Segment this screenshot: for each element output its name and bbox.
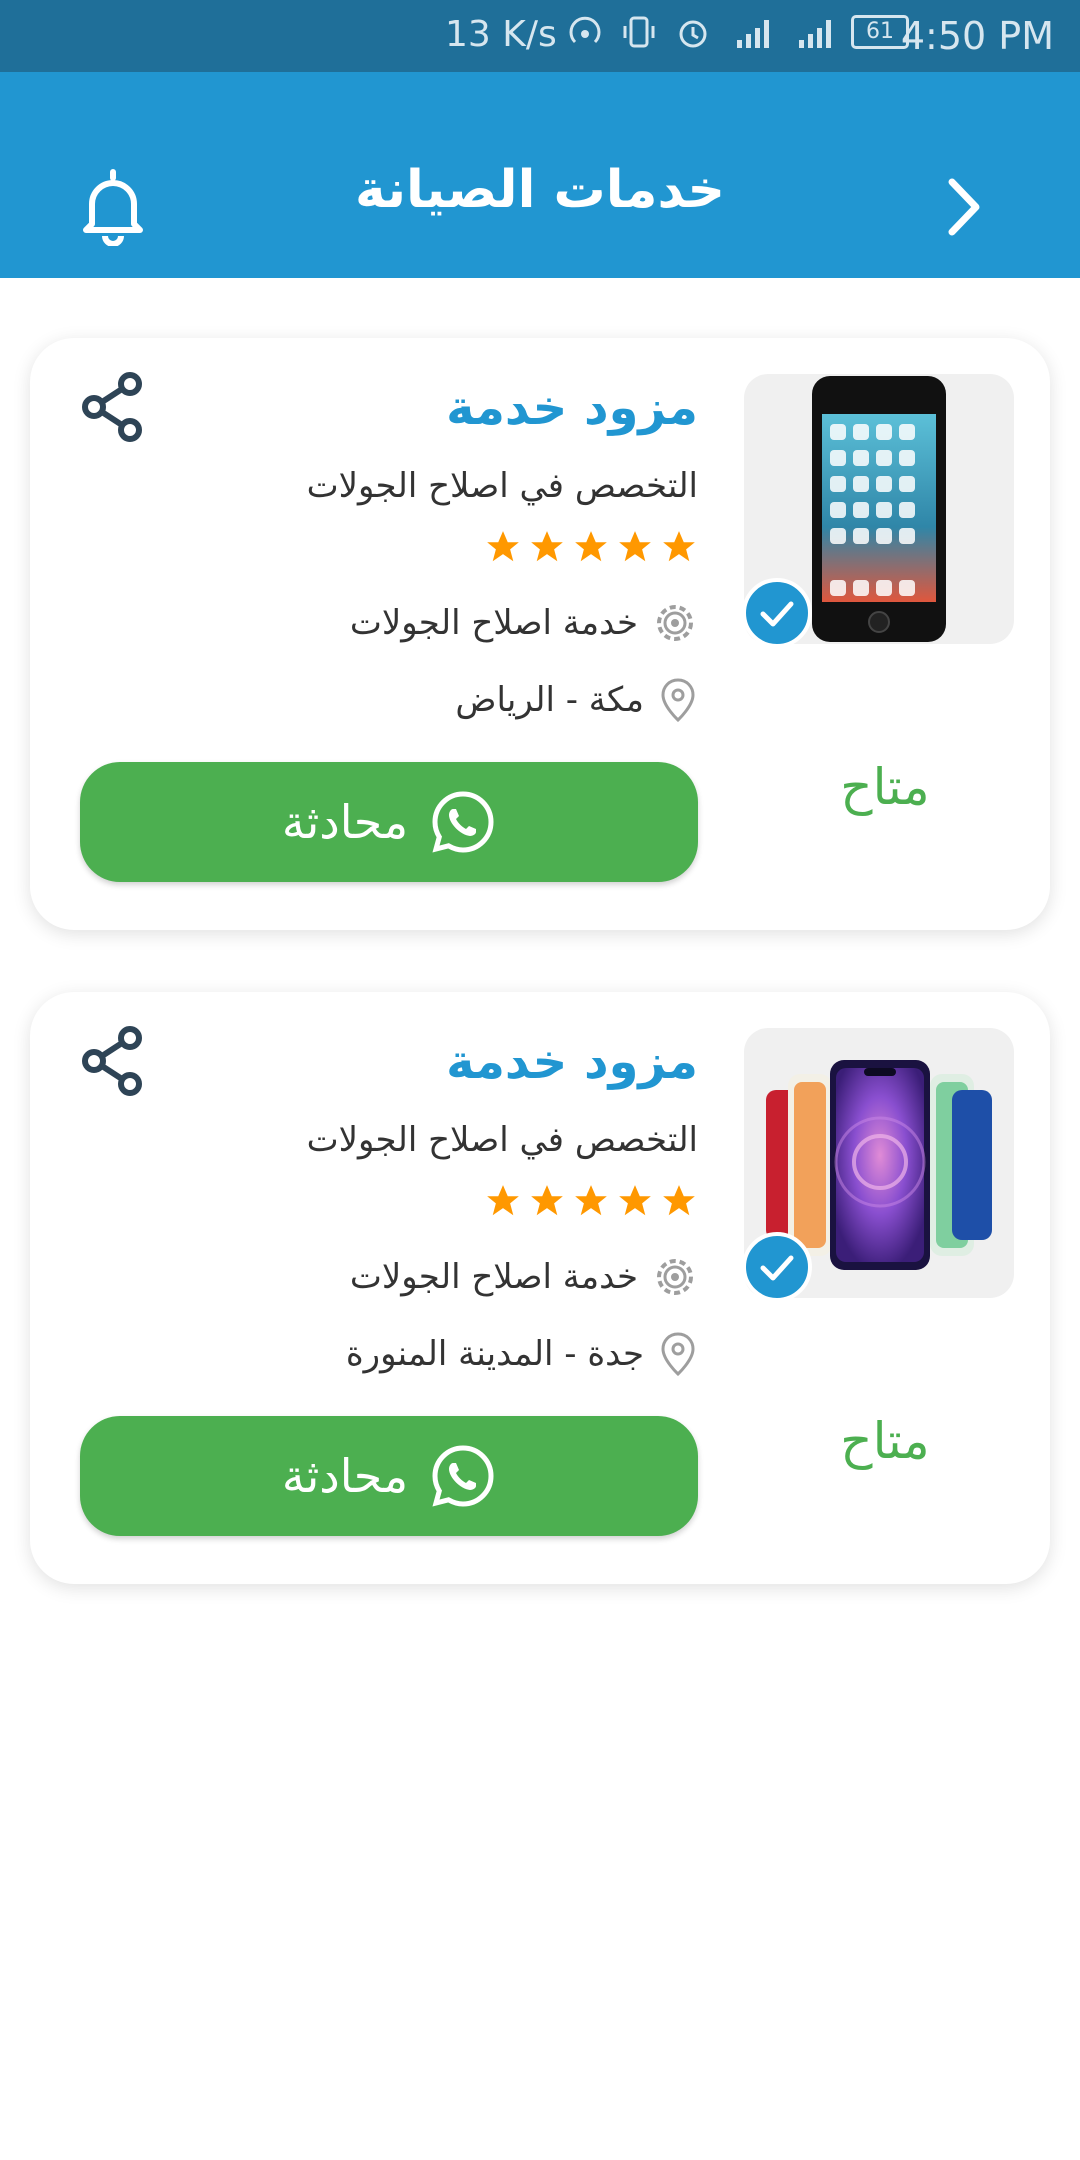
location-text: جدة - المدينة المنورة	[345, 1334, 644, 1374]
signal-4g-icon	[799, 20, 831, 48]
provider-name: مزود خدمة	[446, 380, 698, 436]
provider-card[interactable]: مزود خدمة التخصص في اصلاح الجولات خدمة ا…	[30, 992, 1050, 1584]
gear-icon	[657, 605, 693, 641]
availability-status: متاح	[840, 758, 930, 816]
status-bar: 13 K/s 61 4:50 PM	[0, 0, 1080, 72]
chevron-right-icon[interactable]	[940, 172, 990, 242]
star-icon	[575, 531, 607, 562]
location-text: مكة - الرياض	[455, 680, 644, 720]
star-icon	[619, 531, 651, 562]
star-icon	[487, 1185, 519, 1216]
provider-name: مزود خدمة	[446, 1034, 698, 1090]
whatsapp-icon	[432, 1445, 494, 1507]
availability-status: متاح	[840, 1412, 930, 1470]
status-icons: 61	[565, 12, 909, 52]
location-row: مكة - الرياض	[455, 676, 698, 724]
service-text: خدمة اصلاح الجولات	[349, 603, 638, 643]
chat-button-label: محادثة	[281, 1449, 409, 1503]
verified-check-icon	[742, 578, 812, 648]
star-icon	[663, 1185, 695, 1216]
hotspot-icon	[569, 16, 601, 44]
whatsapp-icon	[432, 791, 494, 853]
share-icon[interactable]	[80, 372, 146, 442]
whatsapp-chat-button[interactable]: محادثة	[80, 762, 698, 882]
app-bar: خدمات الصيانة	[0, 72, 1080, 278]
page-title: خدمات الصيانة	[355, 160, 725, 220]
star-icon	[619, 1185, 651, 1216]
location-row: جدة - المدينة المنورة	[346, 1330, 698, 1378]
chat-button-label: محادثة	[281, 795, 409, 849]
provider-card[interactable]: مزود خدمة التخصص في اصلاح الجولات خدمة ا…	[30, 338, 1050, 930]
star-icon	[575, 1185, 607, 1216]
location-pin-icon	[661, 1332, 695, 1377]
rating-stars	[484, 528, 698, 566]
share-icon[interactable]	[80, 1026, 146, 1096]
vibrate-icon	[623, 16, 655, 48]
gear-icon	[657, 1259, 693, 1295]
whatsapp-chat-button[interactable]: محادثة	[80, 1416, 698, 1536]
service-row: خدمة اصلاح الجولات	[350, 1254, 698, 1300]
signal-2g-icon	[737, 20, 769, 48]
rating-stars	[484, 1182, 698, 1220]
service-row: خدمة اصلاح الجولات	[350, 600, 698, 646]
star-icon	[487, 531, 519, 562]
star-icon	[531, 1185, 563, 1216]
provider-specialty: التخصص في اصلاح الجولات	[306, 1120, 698, 1160]
star-icon	[663, 531, 695, 562]
service-text: خدمة اصلاح الجولات	[349, 1257, 638, 1297]
alarm-icon	[679, 20, 707, 48]
network-speed: 13 K/s	[445, 14, 557, 55]
clock: 4:50 PM	[900, 14, 1054, 58]
location-pin-icon	[661, 678, 695, 723]
star-icon	[531, 531, 563, 562]
verified-check-icon	[742, 1232, 812, 1302]
provider-specialty: التخصص في اصلاح الجولات	[306, 466, 698, 506]
